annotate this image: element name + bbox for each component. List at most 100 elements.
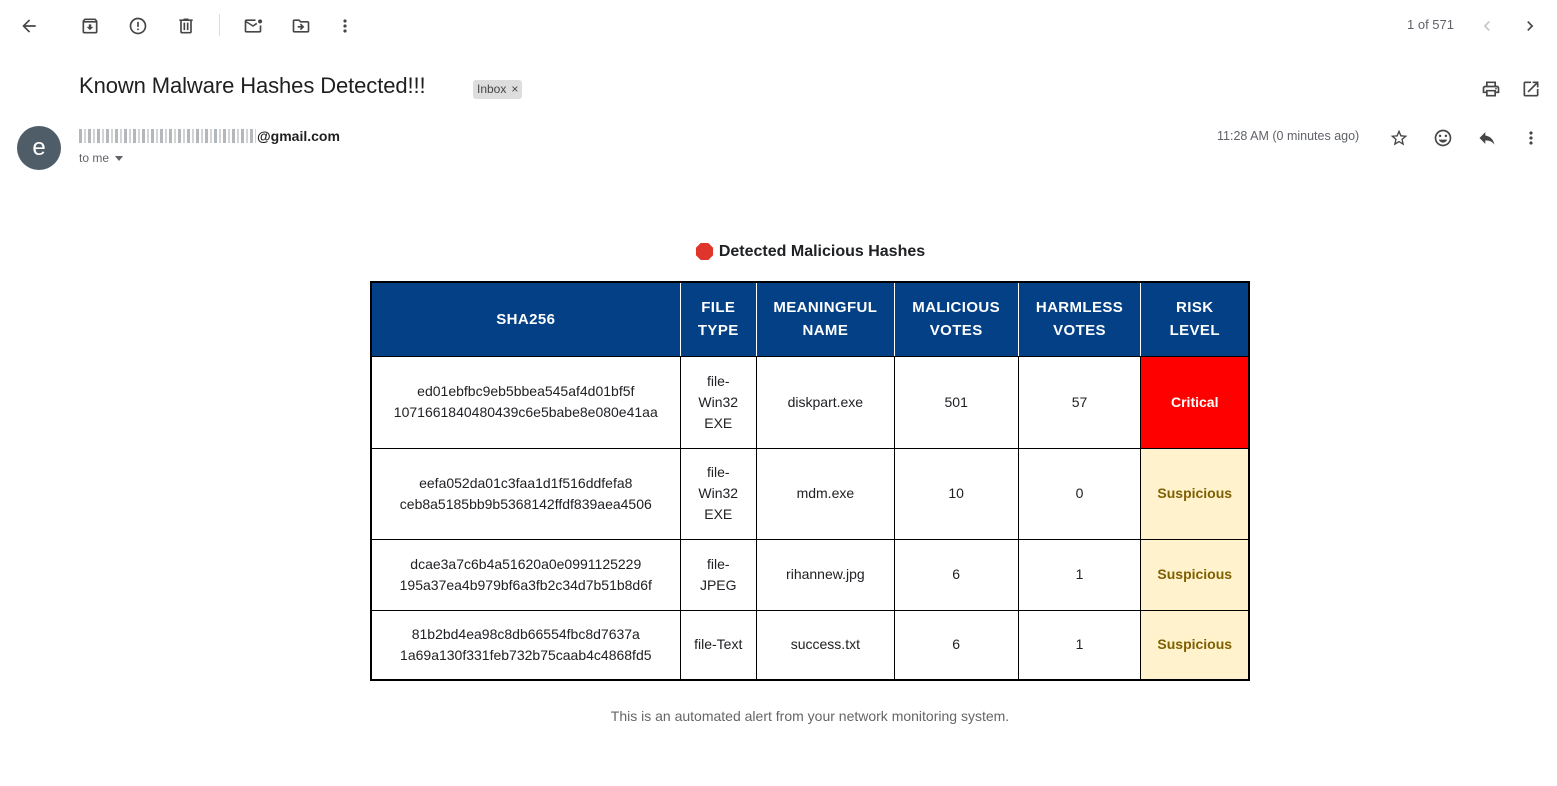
recipient-label: to me: [79, 151, 110, 165]
reply-icon: [1479, 132, 1495, 145]
chevron-right-icon: [1527, 21, 1534, 31]
print-icon: [1482, 81, 1500, 97]
redacted-sender-name: [79, 129, 256, 143]
file-type-cell: file- Win32 EXE: [679, 355, 757, 449]
header-malicious-votes: MALICIOUS VOTES: [893, 281, 1019, 357]
star-button[interactable]: [1387, 126, 1411, 150]
open-in-new-icon: [1523, 81, 1539, 97]
sha256-cell: eefa052da01c3faa1d1f516ddfefa8 ceb8a5185b…: [370, 447, 681, 540]
body-heading: Detected Malicious Hashes: [0, 242, 1557, 261]
header-risk-level: RISK LEVEL: [1140, 281, 1250, 357]
header-harmless-votes: HARMLESS VOTES: [1017, 281, 1142, 357]
header-risk-level-line: RISK: [1176, 299, 1214, 317]
file-type-cell-line: Win32: [698, 485, 739, 501]
report-spam-icon: [129, 17, 147, 35]
table-body: ed01ebfbc9eb5bbea545af4d01bf5f 1071661840…: [370, 355, 1250, 681]
sha256-cell-line: ceb8a5185bb9b5368142ffdf839aea4506: [399, 495, 652, 512]
header-file-type-line: TYPE: [697, 322, 739, 340]
stop-sign-icon: [695, 242, 713, 261]
meaningful-name-cell: rihannew.jpg: [755, 538, 895, 611]
risk-level-badge: Suspicious: [1140, 609, 1250, 681]
sha256-cell-line: 195a37ea4b979bf6a3fb2c34d7b51b8d6f: [399, 576, 652, 593]
mark-unread-icon: [244, 19, 263, 33]
file-type-cell-line: JPEG: [699, 576, 737, 593]
report-spam-button[interactable]: [126, 14, 150, 38]
header-malicious-votes-line: MALICIOUS: [912, 299, 1001, 317]
arrow-left-icon: [22, 19, 36, 33]
header-risk-level-line: LEVEL: [1169, 322, 1220, 340]
sender-domain: @gmail.com: [257, 128, 340, 144]
more-options-button[interactable]: [333, 14, 357, 38]
open-new-window-button[interactable]: [1519, 77, 1543, 101]
sha256-cell-line: eefa052da01c3faa1d1f516ddfefa8: [419, 474, 633, 491]
caret-down-icon: [115, 156, 124, 161]
sha256-cell: dcae3a7c6b4a51620a0e0991125229 195a37ea4b…: [370, 538, 681, 611]
sha256-cell-line: 1a69a130f331feb732b75caab4c4868fd5: [400, 646, 652, 663]
table-row: dcae3a7c6b4a51620a0e0991125229 195a37ea4b…: [370, 538, 1250, 611]
file-type-cell-line: EXE: [704, 506, 733, 522]
file-type-cell-line: EXE: [704, 414, 733, 431]
footer-note: This is an automated alert from your net…: [610, 708, 1010, 724]
header-meaningful-name-line: MEANINGFUL: [773, 299, 878, 317]
email-timestamp: 11:28 AM (0 minutes ago): [1217, 129, 1360, 143]
file-type-cell-line: file-: [706, 372, 730, 389]
meaningful-name-cell: mdm.exe: [755, 447, 895, 540]
malicious-votes-cell: 501: [893, 355, 1019, 449]
header-harmless-votes-line: HARMLESS: [1035, 299, 1124, 317]
file-type-cell-line: file-: [706, 555, 730, 572]
harmless-votes-cell: 1: [1017, 609, 1142, 681]
sha256-cell: ed01ebfbc9eb5bbea545af4d01bf5f 1071661840…: [370, 355, 681, 449]
sender-address[interactable]: @gmail.com: [79, 128, 340, 144]
header-meaningful-name: MEANINGFUL NAME: [755, 281, 895, 357]
meaningful-name-cell: diskpart.exe: [755, 355, 895, 449]
header-file-type: FILE TYPE: [679, 281, 757, 357]
header-harmless-votes-line: VOTES: [1053, 322, 1106, 340]
remove-label-icon[interactable]: ×: [511, 82, 518, 96]
file-type-cell: file- Win32 EXE: [679, 447, 757, 540]
sha256-cell-line: dcae3a7c6b4a51620a0e0991125229: [410, 555, 642, 572]
recipient-details-toggle[interactable]: to me: [79, 151, 124, 165]
more-vertical-icon: [343, 19, 347, 33]
archive-button[interactable]: [78, 14, 102, 38]
file-type-cell: file-Text: [679, 609, 757, 681]
delete-button[interactable]: [174, 14, 198, 38]
table-row: ed01ebfbc9eb5bbea545af4d01bf5f 1071661840…: [370, 355, 1250, 449]
sha256-cell-line: 1071661840480439c6e5babe8e080e41aa: [393, 404, 658, 420]
trash-icon: [179, 18, 193, 34]
move-to-folder-icon: [292, 19, 310, 33]
malicious-votes-cell: 10: [893, 447, 1019, 540]
label-text: Inbox: [477, 82, 507, 96]
header-malicious-votes-line: VOTES: [929, 322, 983, 340]
pagination-count: 1 of 571: [1407, 17, 1454, 32]
back-button[interactable]: [17, 14, 41, 38]
sha256-cell-line: 81b2bd4ea98c8db66554fbc8d7637a: [411, 625, 640, 642]
table-row: eefa052da01c3faa1d1f516ddfefa8 ceb8a5185b…: [370, 447, 1250, 540]
toolbar-divider: [219, 14, 220, 36]
inbox-label-chip[interactable]: Inbox ×: [473, 80, 523, 99]
header-sha256: SHA256: [370, 281, 681, 357]
message-more-button[interactable]: [1519, 126, 1543, 150]
move-to-button[interactable]: [289, 14, 313, 38]
reply-button[interactable]: [1475, 126, 1499, 150]
add-reaction-button[interactable]: [1431, 126, 1455, 150]
email-subject: Known Malware Hashes Detected!!!: [79, 73, 426, 98]
newer-button[interactable]: [1475, 14, 1499, 38]
file-type-cell-line: file-Text: [694, 636, 743, 653]
sha256-cell: 81b2bd4ea98c8db66554fbc8d7637a 1a69a130f3…: [370, 609, 681, 681]
malicious-votes-cell: 6: [893, 538, 1019, 611]
file-type-cell-line: Win32: [698, 393, 739, 410]
older-button[interactable]: [1518, 14, 1542, 38]
meaningful-name-cell: success.txt: [755, 609, 895, 681]
archive-icon: [82, 18, 98, 34]
sender-avatar[interactable]: e: [17, 126, 61, 170]
mark-unread-button[interactable]: [241, 14, 265, 38]
file-type-cell: file- JPEG: [679, 538, 757, 611]
harmless-votes-cell: 1: [1017, 538, 1142, 611]
more-vertical-icon: [1529, 131, 1533, 145]
header-file-type-line: FILE: [701, 299, 736, 317]
print-button[interactable]: [1479, 77, 1503, 101]
risk-level-badge: Suspicious: [1140, 447, 1250, 540]
malicious-hashes-table: SHA256 FILE TYPE MEANINGFUL NAME MALICIOUS VOT…: [370, 281, 1250, 681]
malicious-votes-cell: 6: [893, 609, 1019, 681]
file-type-cell-line: file-: [706, 464, 730, 480]
